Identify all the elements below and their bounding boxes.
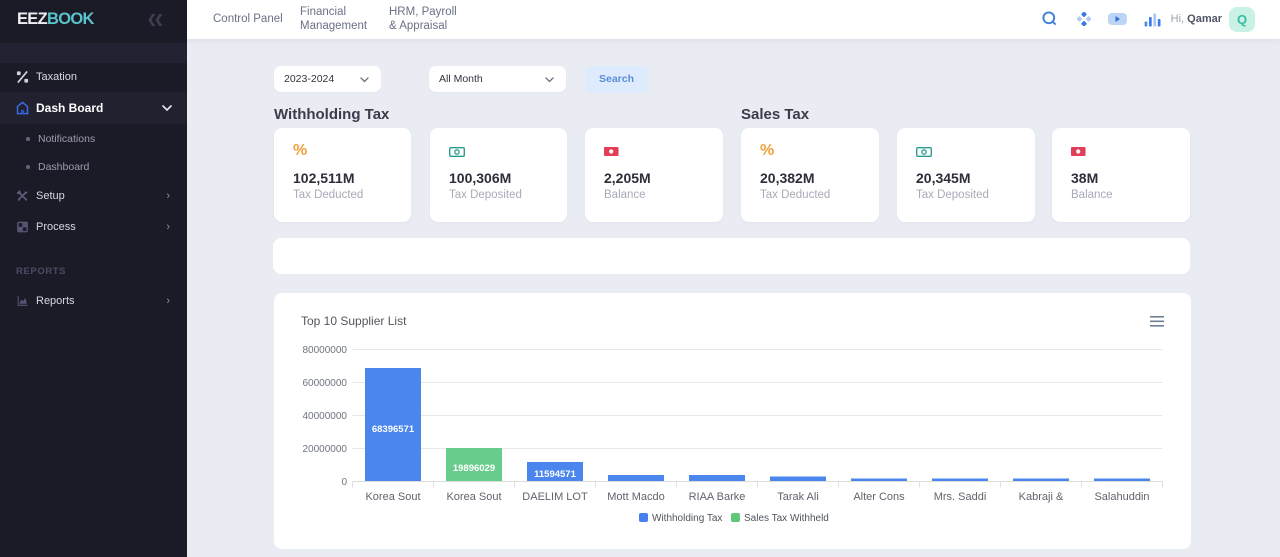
svg-text:20000000: 20000000 [303, 444, 348, 455]
svg-text:Alter Cons: Alter Cons [853, 491, 905, 503]
svg-text:DAELIM LOT: DAELIM LOT [522, 491, 588, 503]
svg-text:Mott Macdo: Mott Macdo [607, 491, 664, 503]
svg-text:Tarak Ali: Tarak Ali [777, 491, 819, 503]
svg-text:19896029: 19896029 [453, 463, 495, 474]
svg-text:Withholding Tax: Withholding Tax [652, 513, 722, 524]
svg-text:Korea Sout: Korea Sout [365, 491, 420, 503]
svg-text:Sales Tax Withheld: Sales Tax Withheld [744, 513, 829, 524]
svg-text:60000000: 60000000 [303, 378, 348, 389]
svg-text:80000000: 80000000 [303, 345, 348, 356]
svg-text:0: 0 [341, 477, 347, 488]
svg-text:RIAA Barke: RIAA Barke [689, 491, 746, 503]
svg-text:Salahuddin: Salahuddin [1094, 491, 1149, 503]
svg-text:68396571: 68396571 [372, 424, 415, 435]
svg-text:Mrs. Saddi: Mrs. Saddi [934, 491, 987, 503]
svg-text:40000000: 40000000 [303, 411, 348, 422]
svg-text:Korea Sout: Korea Sout [446, 491, 501, 503]
svg-text:Kabraji &: Kabraji & [1019, 491, 1064, 503]
svg-text:11594571: 11594571 [534, 469, 576, 480]
